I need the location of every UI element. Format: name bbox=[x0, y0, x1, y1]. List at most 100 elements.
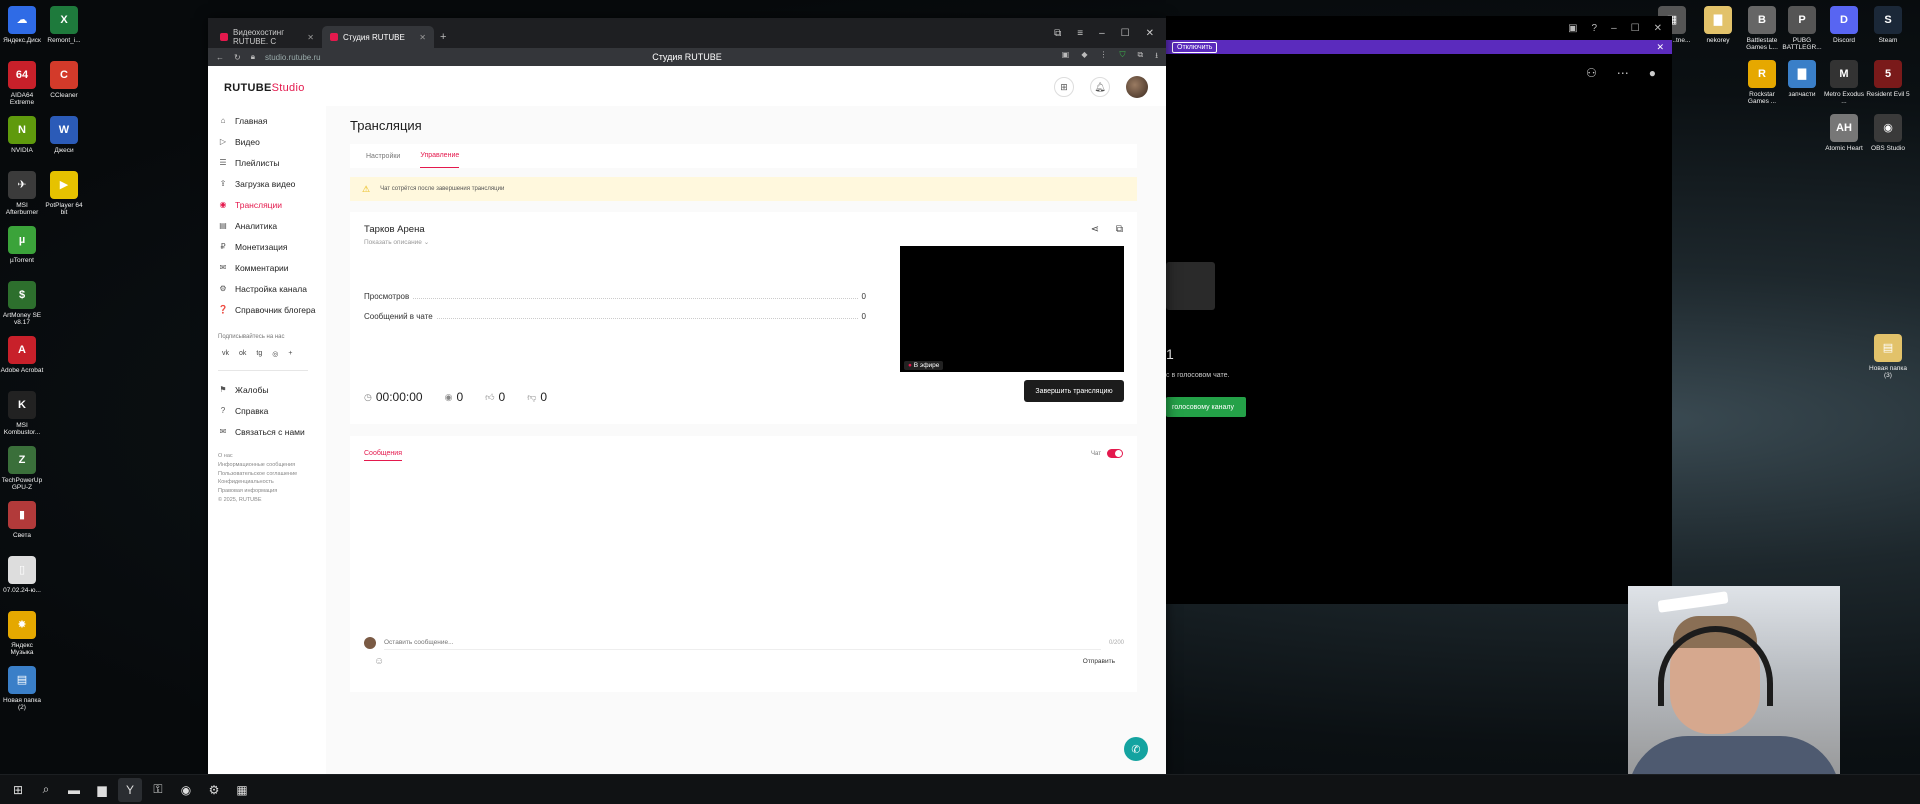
desktop-icon[interactable]: ◉ OBS Studio bbox=[1866, 114, 1910, 152]
collections-icon[interactable]: ⧉ bbox=[1137, 50, 1143, 64]
desktop-icon[interactable]: S Steam bbox=[1866, 6, 1910, 44]
desktop-icon[interactable]: Z TechPowerUp GPU-Z bbox=[0, 446, 44, 492]
start-icon[interactable]: ⊞ bbox=[6, 778, 30, 802]
maximize-icon[interactable]: ☐ bbox=[1121, 28, 1130, 39]
show-description-link[interactable]: Показать описание ⌄ bbox=[364, 238, 429, 246]
back-icon[interactable]: ← bbox=[216, 53, 224, 62]
desktop-icon[interactable]: ✸ Яндекс Музыка bbox=[0, 611, 44, 657]
minimize-icon[interactable]: – bbox=[1611, 23, 1617, 34]
message-input[interactable] bbox=[384, 636, 1101, 650]
new-tab-button[interactable]: + bbox=[440, 31, 446, 43]
browser-tab-rutube[interactable]: Видеохостинг RUTUBE. С ✕ bbox=[212, 26, 322, 48]
settings-icon[interactable]: ⚙ bbox=[202, 778, 226, 802]
rutube-studio-logo[interactable]: RUTUBEStudio bbox=[224, 82, 305, 94]
desktop-icon[interactable]: B Battlestate Games L... bbox=[1740, 6, 1784, 52]
sidebar-item-help[interactable]: ? Справка bbox=[218, 400, 326, 421]
send-button[interactable]: Отправить bbox=[1083, 658, 1115, 665]
desktop-icon[interactable]: C CCleaner bbox=[42, 61, 86, 99]
minimize-icon[interactable]: – bbox=[1099, 28, 1105, 39]
desktop-icon[interactable]: ▶ PotPlayer 64 bit bbox=[42, 171, 86, 217]
search-icon[interactable]: ⌕ bbox=[34, 778, 58, 802]
close-icon[interactable]: ✕ bbox=[1656, 42, 1664, 53]
lock-icon[interactable]: ⚿ bbox=[146, 778, 170, 802]
external-link-icon[interactable]: ⧉ bbox=[1116, 224, 1123, 235]
tab-settings[interactable]: Настройки bbox=[366, 144, 400, 168]
help-icon[interactable]: ? bbox=[1592, 23, 1598, 34]
bell-icon[interactable]: 🔔︎ bbox=[1090, 77, 1110, 97]
desktop-icon[interactable]: 5 Resident Evil 5 bbox=[1866, 60, 1910, 98]
add-icon[interactable]: ⊞ bbox=[1054, 77, 1074, 97]
sidebar-item-upload[interactable]: ⇪ Загрузка видео bbox=[218, 173, 326, 194]
more-icon[interactable]: ⋯ bbox=[1617, 66, 1629, 80]
desktop-icon[interactable]: ▤ Новая папка (2) bbox=[0, 666, 44, 712]
sidebar-item-video[interactable]: ▷ Видео bbox=[218, 131, 326, 152]
desktop-icon[interactable]: X Remont_i... bbox=[42, 6, 86, 44]
sidebar-item-streams[interactable]: ◉ Трансляции bbox=[218, 194, 326, 215]
desktop-icon[interactable]: ☁ Яндекс.Диск bbox=[0, 6, 44, 44]
sidebar-item-home[interactable]: ⌂ Главная bbox=[218, 110, 326, 131]
tab-messages[interactable]: Сообщения bbox=[364, 450, 402, 461]
desktop-icon[interactable]: AH Atomic Heart bbox=[1822, 114, 1866, 152]
bookmark-icon[interactable]: ◆ bbox=[1081, 50, 1087, 64]
folder-icon[interactable]: ▆ bbox=[90, 778, 114, 802]
desktop-icon[interactable]: R Rockstar Games ... bbox=[1740, 60, 1784, 106]
close-tab-icon[interactable]: ✕ bbox=[307, 33, 314, 42]
add-user-icon[interactable]: ⚇ bbox=[1586, 66, 1597, 80]
footer-link[interactable]: Пользовательское соглашение bbox=[218, 470, 326, 479]
social-link-icon[interactable]: vk bbox=[222, 350, 229, 358]
social-link-icon[interactable]: ok bbox=[239, 350, 246, 358]
sidebar-item-comments[interactable]: ✉ Комментарии bbox=[218, 257, 326, 278]
stream-preview-tile[interactable] bbox=[1166, 262, 1215, 310]
footer-link[interactable]: Конфиденциальность bbox=[218, 478, 326, 487]
sidebar-item-analytics[interactable]: ▤ Аналитика bbox=[218, 215, 326, 236]
browser-tab-studio[interactable]: Студия RUTUBE ✕ bbox=[322, 26, 434, 48]
join-voice-button[interactable]: голосовому каналу bbox=[1166, 397, 1246, 417]
desktop-icon[interactable]: A Adobe Acrobat bbox=[0, 336, 44, 374]
desktop-icon[interactable]: K MSI Kombustor... bbox=[0, 391, 44, 437]
desktop-icon[interactable]: N NVIDIA bbox=[0, 116, 44, 154]
more-icon[interactable]: ⋮ bbox=[1099, 50, 1107, 64]
extensions-icon[interactable]: ⧉ bbox=[1054, 28, 1061, 39]
desktop-icon[interactable]: ▇ запчасти bbox=[1780, 60, 1824, 98]
yandex-browser-icon[interactable]: Y bbox=[118, 777, 142, 802]
tab-management[interactable]: Управление bbox=[420, 144, 460, 168]
sidebar-item-contact[interactable]: ✉ Связаться с нами bbox=[218, 421, 326, 442]
footer-link[interactable]: Информационные сообщения bbox=[218, 461, 326, 470]
sidebar-item-blogger-guide[interactable]: ❓ Справочник блогера bbox=[218, 299, 326, 320]
desktop-icon[interactable]: $ ArtMoney SE v8.17 bbox=[0, 281, 44, 327]
footer-link[interactable]: Правовая информация bbox=[218, 487, 326, 496]
desktop-icon[interactable]: M Metro Exodus ... bbox=[1822, 60, 1866, 106]
maximize-icon[interactable]: ☐ bbox=[1631, 23, 1640, 34]
desktop-icon[interactable]: ▮ Света bbox=[0, 501, 44, 539]
support-chat-icon[interactable]: ✆ bbox=[1124, 737, 1148, 761]
social-link-icon[interactable]: + bbox=[288, 350, 292, 358]
chat-icon[interactable]: ● bbox=[1649, 66, 1656, 80]
end-stream-button[interactable]: Завершить трансляцию bbox=[1024, 380, 1124, 402]
sidebar-item-monetization[interactable]: ₽ Монетизация bbox=[218, 236, 326, 257]
avatar[interactable] bbox=[1126, 76, 1148, 98]
desktop-icon[interactable]: ▇ nekorey bbox=[1696, 6, 1740, 44]
camera-icon[interactable]: ▣ bbox=[1062, 50, 1070, 64]
social-link-icon[interactable]: ◎ bbox=[272, 350, 278, 358]
menu-icon[interactable]: ≡ bbox=[1077, 28, 1083, 39]
screen-icon[interactable]: ▣ bbox=[1568, 23, 1577, 34]
share-icon[interactable]: ⋖ bbox=[1091, 224, 1099, 235]
desktop-icon[interactable]: ✈ MSI Afterburner bbox=[0, 171, 44, 217]
chat-toggle[interactable] bbox=[1107, 449, 1123, 458]
emoji-icon[interactable]: ☺ bbox=[374, 656, 384, 667]
desktop-icon[interactable]: µ µTorrent bbox=[0, 226, 44, 264]
discord-icon[interactable]: ◉ bbox=[174, 778, 198, 802]
sidebar-item-complaints[interactable]: ⚑ Жалобы bbox=[218, 379, 326, 400]
url-field[interactable]: studio.rutube.ru bbox=[265, 53, 321, 62]
sidebar-item-playlists[interactable]: ☰ Плейлисты bbox=[218, 152, 326, 173]
sidebar-item-channel-settings[interactable]: ⚙ Настройка канала bbox=[218, 278, 326, 299]
desktop-icon[interactable]: ▤ Новая папка (3) bbox=[1866, 334, 1910, 380]
desktop-icon[interactable]: W Джеси bbox=[42, 116, 86, 154]
game-icon[interactable]: ▦ bbox=[230, 778, 254, 802]
desktop-icon[interactable]: ▯ 07.02.24-ю... bbox=[0, 556, 44, 594]
reload-icon[interactable]: ↻ bbox=[234, 53, 241, 62]
desktop-icon[interactable]: P PUBG BATTLEGR... bbox=[1780, 6, 1824, 52]
stream-player[interactable]: ● В эфире bbox=[900, 246, 1124, 372]
desktop-icon[interactable]: D Discord bbox=[1822, 6, 1866, 44]
app-icon[interactable]: ▬ bbox=[62, 778, 86, 802]
